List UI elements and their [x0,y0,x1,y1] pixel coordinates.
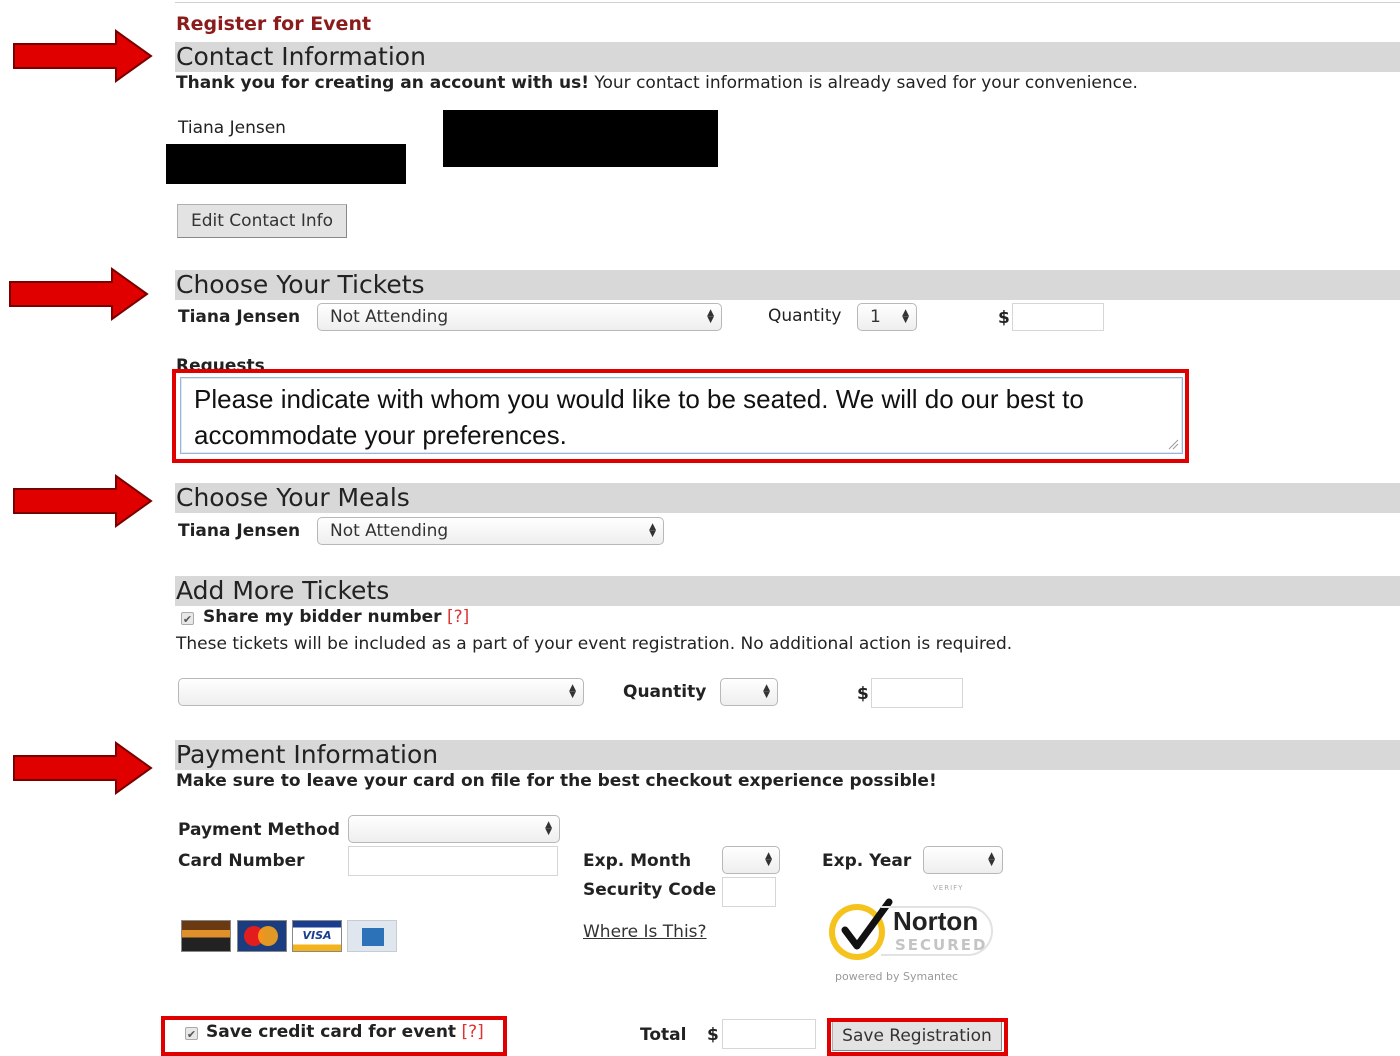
share-bidder-label: Share my bidder number [203,607,442,627]
thank-you-rest: Your contact information is already save… [594,73,1138,93]
contact-name: Tiana Jensen [178,118,286,138]
add-ticket-price-field[interactable] [871,678,963,708]
meal-select-value: Not Attending [330,521,449,541]
top-divider [175,2,1400,3]
ticket-price-field[interactable] [1012,303,1104,331]
annotation-arrow-icon [13,29,153,83]
ticket-quantity-select[interactable]: 1 ▲ ▼ [857,303,917,331]
meal-attendee-name: Tiana Jensen [178,521,301,541]
redacted-block [443,110,718,167]
add-tickets-section-title: Add More Tickets [176,576,390,605]
tickets-section-title: Choose Your Tickets [176,270,425,299]
norton-verify-text: VERIFY [933,884,964,892]
norton-secured-text: SECURED [895,936,988,954]
payment-method-label: Payment Method [178,820,340,840]
annotation-highlight-box [161,1016,507,1056]
select-arrows-icon: ▲ ▼ [763,683,770,700]
page-title: Register for Event [176,13,372,35]
annotation-highlight-box [172,369,1189,463]
ticket-type-value: Not Attending [330,307,449,327]
thank-you-bold: Thank you for creating an account with u… [176,73,589,93]
add-ticket-quantity-select[interactable]: ▲ ▼ [720,678,778,706]
select-arrows-icon: ▲ ▼ [902,308,909,325]
contact-section-title: Contact Information [176,42,426,71]
total-field[interactable] [722,1019,816,1049]
exp-year-select[interactable]: ▲ ▼ [923,846,1003,874]
discover-card-icon [181,920,231,952]
ticket-type-select[interactable]: Not Attending ▲ ▼ [317,303,722,331]
total-symbol: $ [707,1025,719,1045]
select-arrows-icon: ▲ ▼ [569,683,576,700]
ticket-attendee-name: Tiana Jensen [178,307,301,327]
visa-card-icon: VISA [292,920,342,952]
share-bidder-checkbox[interactable]: ✔ [181,612,194,626]
add-ticket-quantity-label: Quantity [623,682,707,702]
share-bidder-row: Share my bidder number [?] [203,607,469,627]
norton-seal[interactable]: Norton SECURED [829,898,995,964]
norton-powered-text: powered by Symantec [835,970,959,983]
exp-year-label: Exp. Year [822,851,912,871]
redacted-block [166,144,406,184]
payment-section-title: Payment Information [176,740,439,769]
annotation-highlight-box [827,1018,1008,1056]
add-tickets-note: These tickets will be included as a part… [176,634,1013,654]
annotation-arrow-icon [13,474,153,528]
meals-section-title: Choose Your Meals [176,483,410,512]
requests-label: Requests [176,356,265,370]
ticket-price-symbol: $ [998,308,1010,328]
card-number-label: Card Number [178,851,305,871]
annotation-arrow-icon [9,267,149,321]
payment-method-select[interactable]: ▲ ▼ [348,815,560,843]
select-arrows-icon: ▲ ▼ [545,820,552,837]
meal-select[interactable]: Not Attending ▲ ▼ [317,517,664,545]
norton-brand-text: Norton [893,906,979,936]
exp-month-select[interactable]: ▲ ▼ [722,846,780,874]
mastercard-icon [237,920,287,952]
select-arrows-icon: ▲ ▼ [707,308,714,325]
contact-thank-you: Thank you for creating an account with u… [176,73,1138,93]
payment-subtitle: Make sure to leave your card on file for… [176,771,937,791]
add-ticket-price-symbol: $ [857,684,869,704]
security-code-field[interactable] [722,877,776,907]
where-is-this-link[interactable]: Where Is This? [583,922,707,942]
card-number-field[interactable] [348,846,558,876]
amex-card-icon [347,920,397,952]
select-arrows-icon: ▲ ▼ [649,522,656,539]
annotation-arrow-icon [13,741,153,795]
ticket-quantity-value: 1 [870,307,881,327]
select-arrows-icon: ▲ ▼ [988,851,995,868]
total-label: Total [640,1025,687,1045]
select-arrows-icon: ▲ ▼ [765,851,772,868]
ticket-quantity-label: Quantity [768,306,842,326]
edit-contact-button[interactable]: Edit Contact Info [177,204,347,238]
add-ticket-select[interactable]: ▲ ▼ [178,678,584,706]
security-code-label: Security Code [583,880,717,900]
share-bidder-help-link[interactable]: [?] [447,607,469,627]
exp-month-label: Exp. Month [583,851,692,871]
